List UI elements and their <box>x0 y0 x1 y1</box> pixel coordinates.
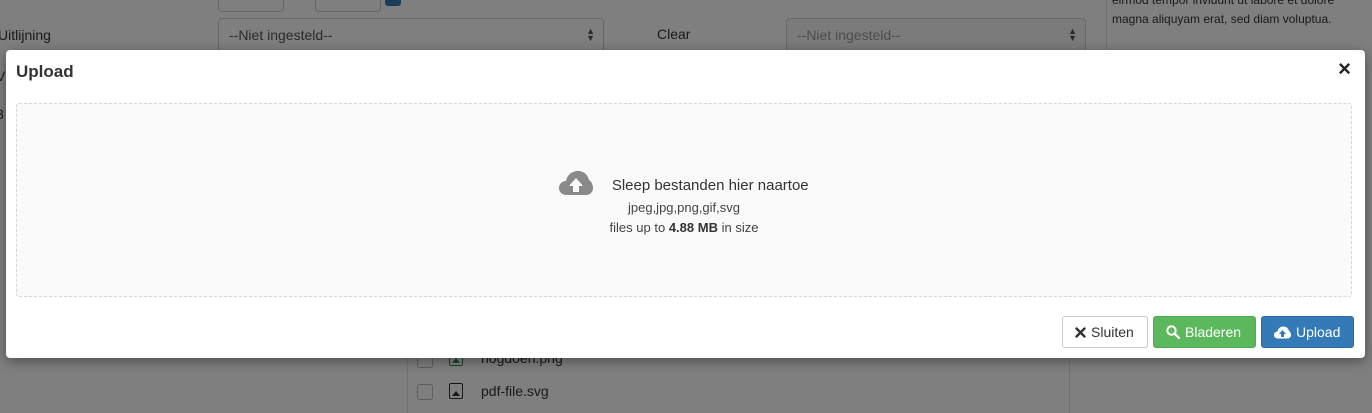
close-x-icon <box>1075 326 1086 338</box>
cloud-upload-icon <box>559 170 594 201</box>
upload-button-label: Upload <box>1296 324 1341 340</box>
modal-title: Upload <box>16 62 74 81</box>
max-file-size: files up to 4.88 MB in size <box>17 220 1351 235</box>
close-button-label: Sluiten <box>1091 324 1134 340</box>
cloud-upload-icon <box>1274 326 1291 339</box>
close-button[interactable]: Sluiten <box>1062 316 1148 348</box>
close-icon[interactable]: × <box>1338 58 1351 80</box>
dropzone-message: Sleep bestanden hier naartoe <box>611 177 809 194</box>
max-size-suffix: in size <box>721 220 759 235</box>
upload-button[interactable]: Upload <box>1261 316 1354 348</box>
dropzone[interactable]: Sleep bestanden hier naartoe jpeg,jpg,pn… <box>16 103 1352 297</box>
upload-modal: Upload × Sleep bestanden hier naartoe jp… <box>6 50 1365 358</box>
max-size-value: 4.88 MB <box>668 220 718 235</box>
max-size-prefix: files up to <box>609 220 666 235</box>
browse-button[interactable]: Bladeren <box>1153 316 1256 348</box>
search-icon <box>1166 325 1180 339</box>
browse-button-label: Bladeren <box>1185 324 1242 340</box>
allowed-file-types: jpeg,jpg,png,gif,svg <box>627 200 741 215</box>
